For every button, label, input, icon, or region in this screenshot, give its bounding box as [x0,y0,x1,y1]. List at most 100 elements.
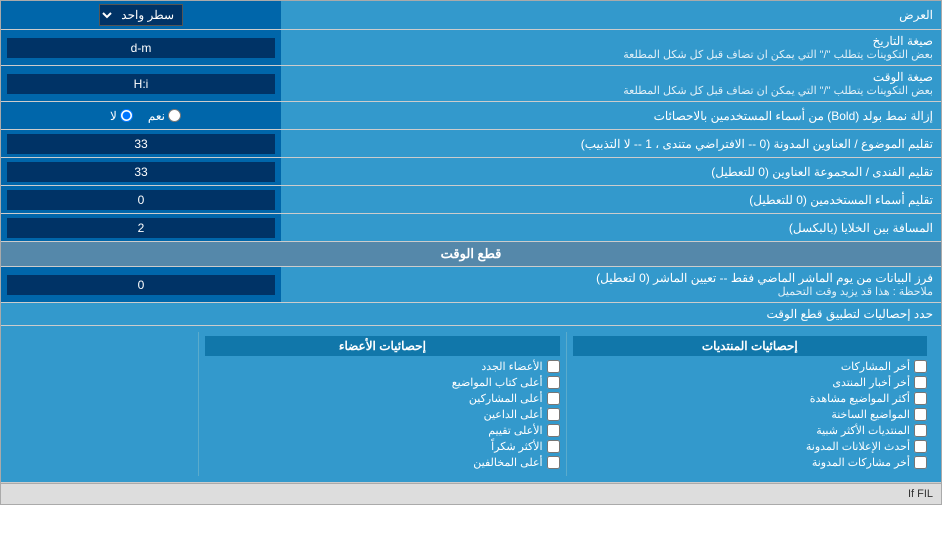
cb-forum-news-label: أخر أخبار المنتدى [832,376,910,389]
checkboxes-area: إحصائيات المنتديات أخر المشاركات أخر أخب… [1,326,941,483]
radio-no-text: لا [110,109,117,123]
time-format-row: صيغة الوقت بعض التكوينات يتطلب "/" التي … [1,66,941,102]
cb-new-members-label: الأعضاء الجدد [481,360,542,373]
cell-space-row: المسافة بين الخلايا (بالبكسل) 2 [1,214,941,242]
cb-blog-posts-input[interactable] [914,456,927,469]
cb-last-posts-label: أخر المشاركات [841,360,910,373]
cell-space-input-wrap: 2 [1,214,281,241]
cb-most-viewed-input[interactable] [914,392,927,405]
bold-remove-radio-wrap: نعم لا [1,102,281,129]
cb-top-writers-label: أعلى كتاب المواضيع [452,376,543,389]
bold-remove-row: إزالة نمط بولد (Bold) من أسماء المستخدمي… [1,102,941,130]
cb-last-posts-input[interactable] [914,360,927,373]
forum-addr-input[interactable]: 33 [7,162,275,182]
forum-stats-header: إحصائيات المنتديات [573,336,927,356]
cb-top-writers: أعلى كتاب المواضيع [205,376,559,389]
cb-top-posters-input[interactable] [547,392,560,405]
time-format-label: صيغة الوقت بعض التكوينات يتطلب "/" التي … [281,66,941,101]
bold-remove-label: إزالة نمط بولد (Bold) من أسماء المستخدمي… [281,102,941,129]
date-format-input[interactable]: d-m [7,38,275,58]
radio-no-label[interactable]: لا [110,109,136,123]
limit-row: حدد إحصاليات لتطبيق قطع الوقت [1,303,941,326]
topic-addr-input-wrap: 33 [1,130,281,157]
cb-most-viewed: أكثر المواضيع مشاهدة [573,392,927,405]
cell-space-label-line1: المسافة بين الخلايا (بالبكسل) [789,221,933,235]
cb-top-rated: الأعلى تقييم [205,424,559,437]
cb-most-thanks-input[interactable] [547,440,560,453]
cb-most-viewed-label: أكثر المواضيع مشاهدة [810,392,910,405]
cb-blog-posts: أخر مشاركات المدونة [573,456,927,469]
cb-top-writers-input[interactable] [547,376,560,389]
time-format-input-wrap: H:i [1,66,281,101]
checkboxes-grid: إحصائيات المنتديات أخر المشاركات أخر أخب… [9,332,933,476]
cb-forum-news-input[interactable] [914,376,927,389]
radio-yes-label[interactable]: نعم [148,109,184,123]
bottom-text-row: If FIL [1,483,941,504]
cb-top-violators: أعلى المخالفين [205,456,559,469]
time-cut-input[interactable]: 0 [7,275,275,295]
top-row: العرض سطر واحدسطرينثلاثة أسطر [1,1,941,30]
cb-top-posters: أعلى المشاركين [205,392,559,405]
cb-top-rated-input[interactable] [547,424,560,437]
cb-top-violators-input[interactable] [547,456,560,469]
cb-popular-forums: المنتديات الأكثر شبية [573,424,927,437]
cb-popular-forums-input[interactable] [914,424,927,437]
username-trim-label: تقليم أسماء المستخدمين (0 للتعطيل) [281,186,941,213]
time-cut-section-title: قطع الوقت [1,242,941,267]
date-format-label: صيغة التاريخ بعض التكوينات يتطلب "/" الت… [281,30,941,65]
cb-blog-posts-label: أخر مشاركات المدونة [812,456,910,469]
forum-addr-row: تقليم الفندى / المجموعة العناوين (0 للتع… [1,158,941,186]
cb-latest-ads: أحدث الإعلانات المدونة [573,440,927,453]
main-container: العرض سطر واحدسطرينثلاثة أسطر صيغة التار… [0,0,942,505]
cb-new-members: الأعضاء الجدد [205,360,559,373]
cb-latest-ads-input[interactable] [914,440,927,453]
checkbox-col-members: إحصائيات الأعضاء الأعضاء الجدد أعلى كتاب… [199,332,566,476]
date-format-input-wrap: d-m [1,30,281,65]
time-format-label-line2: بعض التكوينات يتطلب "/" التي يمكن ان تضا… [623,84,933,97]
checkbox-col-forums: إحصائيات المنتديات أخر المشاركات أخر أخب… [567,332,933,476]
cb-forum-news: أخر أخبار المنتدى [573,376,927,389]
display-select[interactable]: سطر واحدسطرينثلاثة أسطر [99,4,183,26]
cb-top-callers-input[interactable] [547,408,560,421]
cb-top-posters-label: أعلى المشاركين [469,392,543,405]
topic-addr-label: تقليم الموضوع / العناوين المدونة (0 -- ا… [281,130,941,157]
forum-addr-input-wrap: 33 [1,158,281,185]
cb-most-thanks: الأكثر شكراً [205,440,559,453]
cb-hot-topics-input[interactable] [914,408,927,421]
cb-top-violators-label: أعلى المخالفين [473,456,542,469]
cb-top-rated-label: الأعلى تقييم [488,424,542,437]
cb-popular-forums-label: المنتديات الأكثر شبية [816,424,910,437]
time-cut-label-line1: فرز البيانات من يوم الماشر الماضي فقط --… [596,271,933,285]
cb-top-callers-label: أعلى الداعين [484,408,543,421]
cb-top-callers: أعلى الداعين [205,408,559,421]
date-format-label-line2: بعض التكوينات يتطلب "/" التي يمكن ان تضا… [623,48,933,61]
member-stats-header: إحصائيات الأعضاء [205,336,559,356]
top-row-input: سطر واحدسطرينثلاثة أسطر [1,1,281,29]
username-trim-input[interactable]: 0 [7,190,275,210]
cb-hot-topics: المواضيع الساخنة [573,408,927,421]
topic-addr-label-line1: تقليم الموضوع / العناوين المدونة (0 -- ا… [581,137,933,151]
username-trim-row: تقليم أسماء المستخدمين (0 للتعطيل) 0 [1,186,941,214]
forum-addr-label-line1: تقليم الفندى / المجموعة العناوين (0 للتع… [711,165,933,179]
bold-remove-label-line1: إزالة نمط بولد (Bold) من أسماء المستخدمي… [654,109,933,123]
cb-last-posts: أخر المشاركات [573,360,927,373]
cb-new-members-input[interactable] [547,360,560,373]
time-cut-row: فرز البيانات من يوم الماشر الماضي فقط --… [1,267,941,303]
date-format-label-line1: صيغة التاريخ [623,34,933,48]
cb-hot-topics-label: المواضيع الساخنة [831,408,910,421]
radio-yes[interactable] [168,109,181,122]
time-cut-label-line2: ملاحظة : هذا قد يزيد وقت التحميل [596,285,933,298]
radio-no[interactable] [120,109,133,122]
cell-space-label: المسافة بين الخلايا (بالبكسل) [281,214,941,241]
username-trim-input-wrap: 0 [1,186,281,213]
topic-addr-row: تقليم الموضوع / العناوين المدونة (0 -- ا… [1,130,941,158]
cell-space-input[interactable]: 2 [7,218,275,238]
time-format-label-line1: صيغة الوقت [623,70,933,84]
time-cut-label: فرز البيانات من يوم الماشر الماضي فقط --… [281,267,941,302]
time-format-input[interactable]: H:i [7,74,275,94]
topic-addr-input[interactable]: 33 [7,134,275,154]
forum-addr-label: تقليم الفندى / المجموعة العناوين (0 للتع… [281,158,941,185]
username-trim-label-line1: تقليم أسماء المستخدمين (0 للتعطيل) [749,193,933,207]
bold-radio-group: نعم لا [98,109,184,123]
radio-yes-text: نعم [148,109,165,123]
